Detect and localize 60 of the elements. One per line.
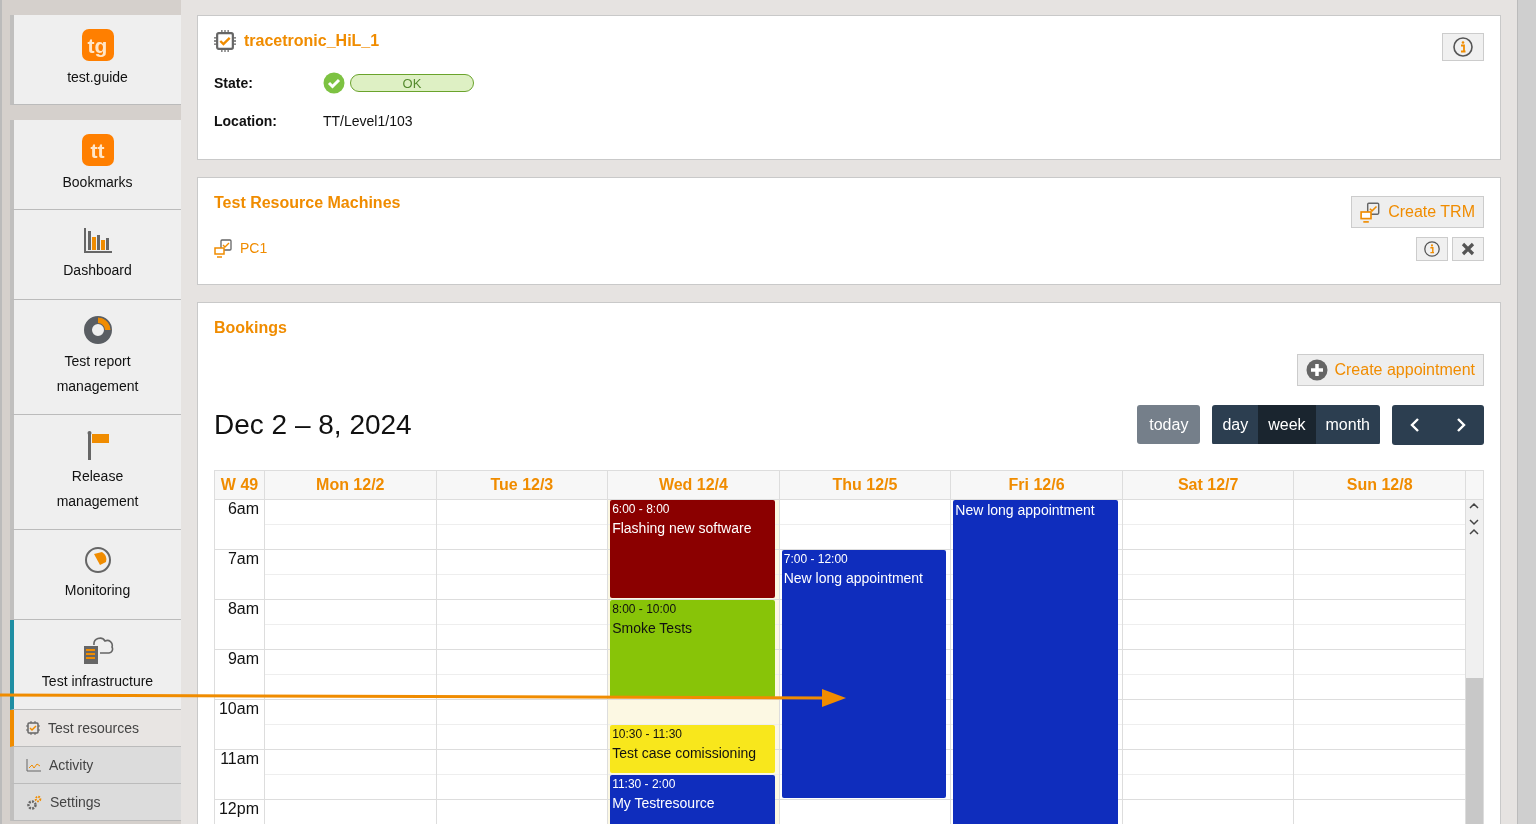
sidebar-subitem[interactable]: Settings [10,784,181,821]
field-value: TT/Level1/103 [323,113,413,129]
sidebar-item[interactable]: tt Bookmarks [10,120,181,210]
resource-title: tracetronic_HiL_1 [244,32,380,50]
today-button[interactable]: today [1137,405,1201,444]
sidebar-subitem[interactable]: Test resources [10,710,181,747]
calendar-event[interactable]: 6:00 - 8:00 Flashing new software [610,500,775,598]
day-header: Tue 12/3 [436,471,609,499]
sidebar-item[interactable]: Release management [10,415,181,530]
section-title: Test Resource Machines [214,194,401,212]
week-number: W 49 [215,471,265,499]
day-header: Thu 12/5 [779,471,952,499]
previous-button[interactable] [1392,405,1438,445]
bar-chart-icon [82,226,113,254]
next-button[interactable] [1438,405,1484,445]
calendar-event[interactable]: 7:00 - 12:00 New long appointment [781,550,947,798]
close-icon [1461,242,1475,256]
sidebar-item[interactable]: Dashboard [10,210,181,300]
view-button[interactable]: month [1315,405,1380,444]
scroll-arrows-icon [1468,500,1481,536]
plus-circle-icon [1306,359,1329,381]
page-scrollbar[interactable] [1517,0,1536,824]
day-header: Mon 12/2 [265,471,437,499]
logo-icon: tt [81,134,114,166]
day-header: Sat 12/7 [1122,471,1295,499]
sidebar-item[interactable]: Test infrastructure [10,620,181,710]
chevron-right-icon [1455,417,1467,433]
calendar-event[interactable]: New long appointment [953,500,1118,824]
view-button[interactable]: day [1212,405,1259,444]
gears-icon [26,794,42,810]
info-icon [1424,241,1440,257]
info-button[interactable] [1416,237,1448,261]
day-header: Wed 12/4 [608,471,780,499]
sidebar-item[interactable]: Test report management [10,300,181,415]
info-icon [1453,37,1473,57]
date-range-title: Dec 2 – 8, 2024 [214,409,412,441]
ring-chart-icon [82,315,113,345]
sidebar-item[interactable]: Monitoring [10,530,181,620]
gauge-icon [83,546,112,574]
day-header: Fri 12/6 [951,471,1123,499]
field-label: Location: [214,113,278,129]
section-title: Bookings [214,319,288,337]
calendar-event[interactable]: 11:30 - 2:00 My Testresource [610,775,775,824]
chevron-left-icon [1409,417,1421,433]
day-header: Sun 12/8 [1294,471,1466,499]
line-chart-icon [26,758,41,772]
field-label: State: [214,75,254,91]
calendar-event[interactable]: 10:30 - 11:30 Test case comissioning [610,725,775,773]
state-badge: OK [350,74,474,92]
machine-icon [214,238,234,258]
server-cloud-icon [81,635,114,665]
view-button[interactable]: week [1258,405,1316,444]
logo-icon: tg [81,29,114,61]
calendar-event[interactable]: 8:00 - 10:00 Smoke Tests [610,600,775,698]
info-button[interactable] [1442,33,1484,61]
sidebar-subitem[interactable]: Activity [10,747,181,784]
delete-button[interactable] [1452,237,1484,261]
sidebar-item[interactable]: tg test.guide [10,15,181,105]
chip-icon [26,721,40,735]
chip-icon [214,30,236,52]
